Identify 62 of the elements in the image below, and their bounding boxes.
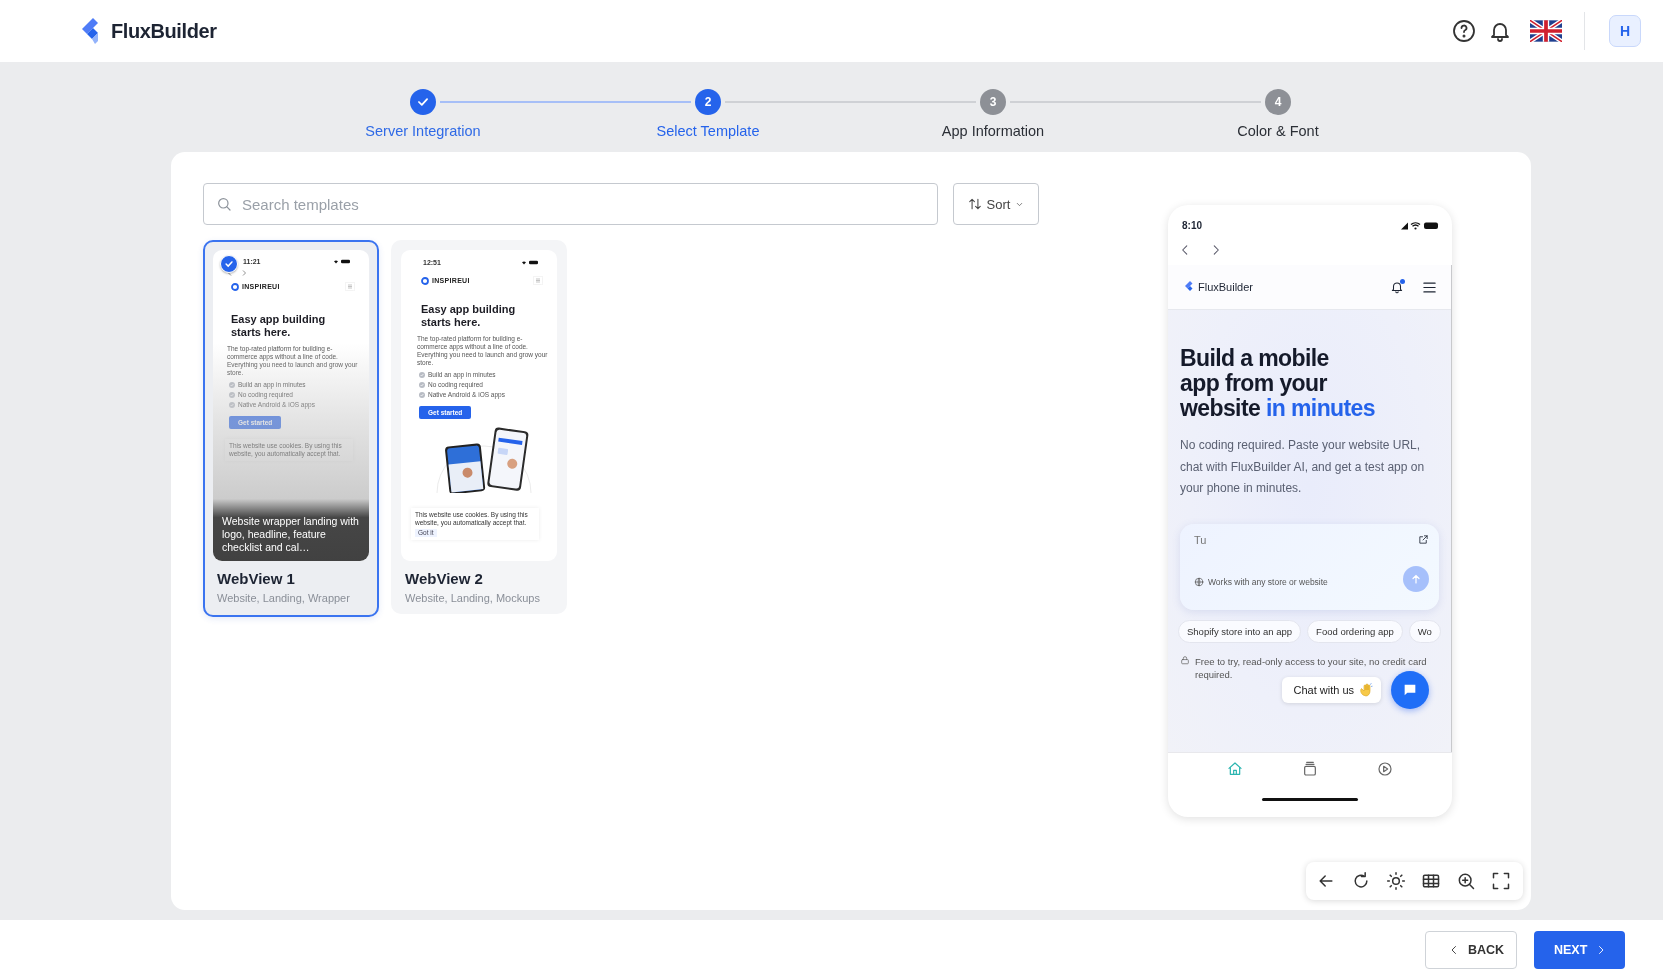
flag-icon[interactable] <box>1530 20 1562 42</box>
site-brand: FluxBuilder <box>1198 281 1254 293</box>
brand-name: FluxBuilder <box>111 19 217 43</box>
grid-icon[interactable] <box>1421 871 1441 891</box>
template-card[interactable] <box>203 240 379 617</box>
waving-hand-icon <box>1359 682 1373 697</box>
template-tags: Website, Landing, Wrapper <box>217 592 369 604</box>
check-circle-icon <box>419 391 425 398</box>
check-circle-icon <box>419 381 425 388</box>
status-time: 8:10 <box>1182 219 1202 231</box>
step-number: 2 <box>695 89 721 115</box>
step-number: 4 <box>1265 89 1291 115</box>
chat-bubble[interactable]: Chat with us <box>1282 676 1381 703</box>
chat-button[interactable] <box>1391 670 1429 709</box>
back-button[interactable]: BACK <box>1425 931 1517 969</box>
suggestion-chip[interactable]: Wo <box>1408 619 1441 643</box>
hero-headline: Build a mobile app from your website in minutes <box>1180 346 1376 421</box>
prompt-input[interactable]: Tu <box>1194 533 1344 546</box>
check-circle-icon <box>229 401 235 408</box>
step-label: App Information <box>941 123 1045 139</box>
bell-icon[interactable] <box>1390 280 1404 294</box>
help-icon[interactable] <box>1452 19 1476 43</box>
avatar[interactable]: H <box>1609 15 1641 47</box>
status-icons <box>1400 220 1440 230</box>
step-label: Select Template <box>656 123 760 139</box>
search-field[interactable]: Search templates <box>203 183 938 225</box>
hero-paragraph: No coding required. Paste your website URL, chat with FluxBuilder AI, and get a test app on your phone in minutes. <box>1180 437 1426 497</box>
search-icon <box>216 196 232 212</box>
template-tags: Website, Landing, Mockups <box>405 592 557 604</box>
play-circle-icon[interactable] <box>1376 761 1393 777</box>
brightness-icon[interactable] <box>1386 871 1406 891</box>
step-label: Server Integration <box>365 123 481 139</box>
prompt-hint: Works with any store or website <box>1208 576 1328 587</box>
suggestion-chip[interactable]: Food ordering app <box>1307 619 1403 643</box>
ring-logo-icon <box>421 276 429 285</box>
step-number: 3 <box>980 89 1006 115</box>
sort-arrows-icon <box>967 197 982 211</box>
lock-icon <box>1180 654 1190 665</box>
ring-logo-icon <box>231 282 239 291</box>
stack-icon[interactable] <box>1302 761 1318 777</box>
template-card[interactable] <box>391 240 567 614</box>
logo-icon <box>1184 281 1194 293</box>
external-link-icon <box>1418 534 1429 545</box>
check-circle-icon <box>419 371 425 378</box>
arrow-up-icon <box>1410 572 1422 585</box>
fullscreen-icon[interactable] <box>1491 871 1511 891</box>
check-circle-icon <box>229 381 235 388</box>
site-headline: Easy app building starts here. <box>421 303 517 328</box>
check-circle-icon <box>229 391 235 398</box>
zoom-in-icon[interactable] <box>1456 871 1476 891</box>
site-headline: Easy app building starts here. <box>231 313 327 338</box>
menu-icon <box>345 282 355 291</box>
template-title: WebView 2 <box>405 570 484 587</box>
globe-icon <box>1194 576 1204 587</box>
template-description: Website wrapper landing with logo, headline, feature checklist and cal… <box>222 515 360 554</box>
sort-button[interactable]: Sort <box>953 183 1039 225</box>
template-title: WebView 1 <box>217 570 296 587</box>
suggestion-chip[interactable]: Shopify store into an app <box>1178 619 1302 643</box>
step-label: Color & Font <box>1237 123 1319 139</box>
next-button[interactable]: NEXT <box>1534 931 1625 969</box>
menu-icon <box>533 276 543 285</box>
menu-icon[interactable] <box>1422 279 1437 295</box>
